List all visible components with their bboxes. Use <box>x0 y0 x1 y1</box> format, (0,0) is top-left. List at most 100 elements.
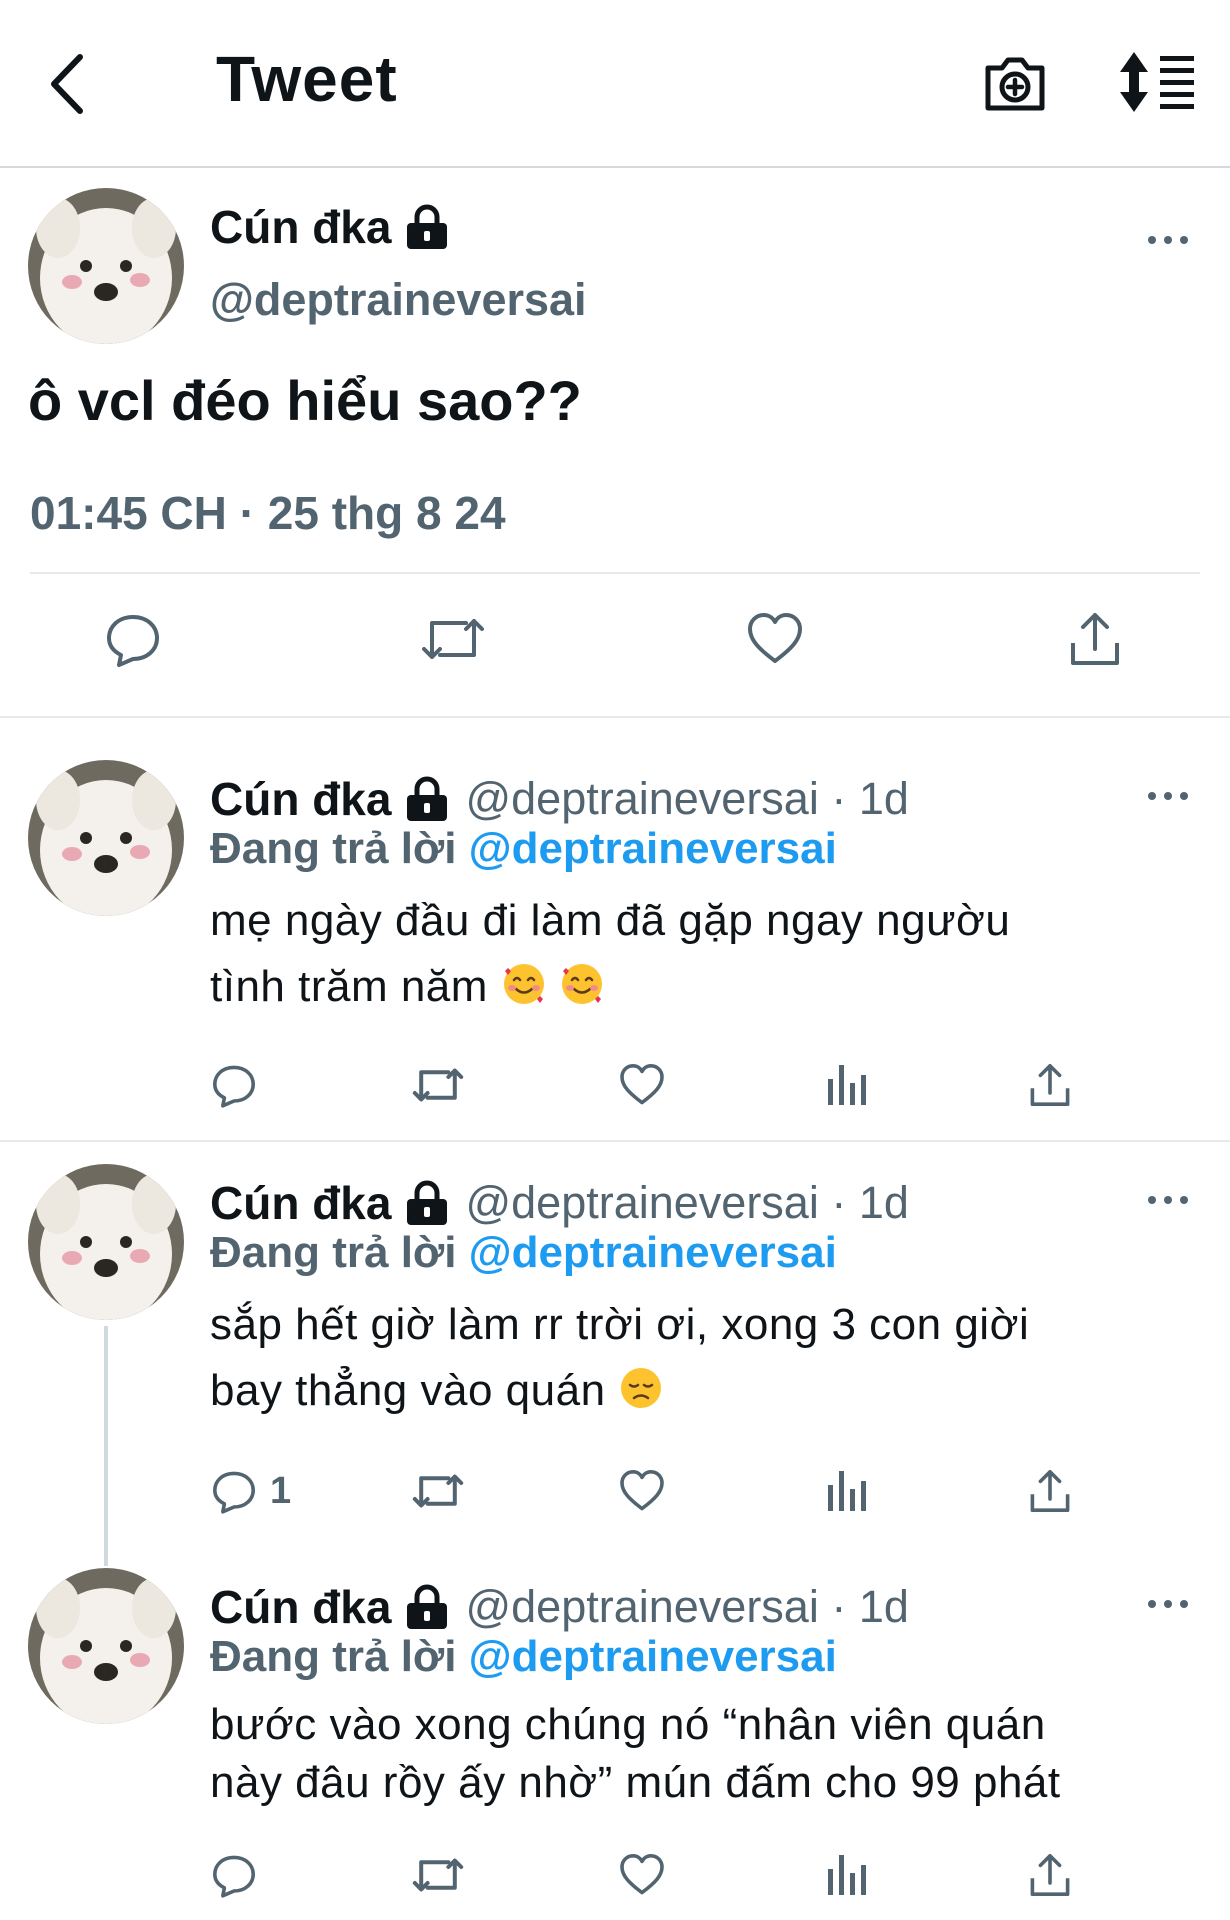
divider <box>0 1140 1230 1142</box>
author-name[interactable]: Cún đka <box>210 772 391 826</box>
text-line: tình trăm năm <box>210 962 488 1011</box>
divider <box>30 572 1200 574</box>
retweet-icon <box>422 619 484 659</box>
tweet-actions: 1 <box>0 1464 1230 1524</box>
text-line: bước vào xong chúng nó “nhân viên quán <box>210 1700 1046 1749</box>
reply-icon <box>213 1471 255 1514</box>
like-button[interactable] <box>740 604 810 674</box>
tweet-actions <box>0 1848 1230 1908</box>
mention-link[interactable]: @deptraineversai <box>469 1632 837 1681</box>
top-bar: Tweet <box>0 0 1230 168</box>
reply-icon <box>213 1855 255 1898</box>
author-handle-time[interactable]: @deptraineversai · 1d <box>465 1177 908 1229</box>
heart-icon <box>748 613 802 663</box>
camera-plus-icon <box>985 57 1045 111</box>
dog-avatar-icon <box>28 1164 184 1320</box>
tweet-text: bước vào xong chúng nó “nhân viên quán n… <box>210 1696 1190 1812</box>
author-handle-time[interactable]: @deptraineversai · 1d <box>465 773 908 825</box>
analytics-icon <box>828 1855 866 1895</box>
disappointed-face-icon <box>621 1368 662 1408</box>
reply-button[interactable] <box>210 1058 270 1112</box>
lock-icon <box>407 204 448 249</box>
author-handle-time[interactable]: @deptraineversai · 1d <box>465 1581 908 1633</box>
smiling-face-with-hearts-icon <box>562 964 603 1004</box>
sort-list-icon <box>1120 52 1194 112</box>
share-icon <box>1030 1854 1070 1896</box>
focused-tweet: Cún đka @deptraineversai ô vcl đéo hiểu … <box>0 170 1230 718</box>
text-line: mẹ ngày đầu đi làm đã gặp ngay ngườu <box>210 896 1011 945</box>
author-name[interactable]: Cún đka <box>210 1176 391 1230</box>
like-button[interactable] <box>618 1464 666 1518</box>
camera-button[interactable] <box>982 50 1048 116</box>
dog-avatar-icon <box>28 760 184 916</box>
share-button[interactable] <box>1026 1058 1074 1112</box>
reply-count: 1 <box>270 1469 292 1512</box>
chevron-left-icon <box>51 54 83 114</box>
replying-to: Đang trả lời @deptraineversai <box>210 824 837 874</box>
retweet-button[interactable] <box>418 604 488 674</box>
avatar[interactable] <box>28 188 184 344</box>
reply-tweet[interactable]: Cún đka @deptraineversai · 1d Đang trả l… <box>0 760 1230 1140</box>
text-line: này đâu rồy ấy nhờ” mún đấm cho 99 phát <box>210 1758 1061 1807</box>
back-button[interactable] <box>36 44 96 124</box>
text-line: sắp hết giờ làm rr trời ơi, xong 3 con g… <box>210 1300 1030 1349</box>
heart-icon <box>620 1854 664 1895</box>
avatar[interactable] <box>28 760 184 916</box>
text-line-with-emoji: bay thẳng vào quán <box>210 1358 1190 1424</box>
more-icon[interactable] <box>1146 788 1190 804</box>
retweet-icon <box>412 1474 464 1508</box>
heart-icon <box>620 1470 664 1511</box>
tweet-actions <box>0 1058 1230 1118</box>
retweet-icon <box>412 1068 464 1102</box>
reply-tweet[interactable]: Cún đka @deptraineversai · 1d Đang trả l… <box>0 1164 1230 1544</box>
share-button[interactable] <box>1026 1848 1074 1902</box>
text-line-with-emoji: tình trăm năm <box>210 954 1190 1020</box>
avatar[interactable] <box>28 1164 184 1320</box>
retweet-button[interactable] <box>410 1464 466 1518</box>
like-button[interactable] <box>618 1058 666 1112</box>
replying-label: Đang trả lời <box>210 824 457 873</box>
replying-to: Đang trả lời @deptraineversai <box>210 1228 837 1278</box>
more-icon[interactable] <box>1146 1192 1190 1208</box>
share-button[interactable] <box>1060 604 1130 674</box>
retweet-button[interactable] <box>410 1058 466 1112</box>
author-handle[interactable]: @deptraineversai <box>210 274 587 326</box>
retweet-button[interactable] <box>410 1848 466 1902</box>
tweet-text: mẹ ngày đầu đi làm đã gặp ngay ngườu tìn… <box>210 888 1190 1020</box>
replying-label: Đang trả lời <box>210 1228 457 1277</box>
author-row: Cún đka <box>210 200 449 254</box>
avatar[interactable] <box>28 1568 184 1724</box>
share-icon <box>1030 1470 1070 1512</box>
author-name[interactable]: Cún đka <box>210 200 391 254</box>
analytics-button[interactable] <box>824 1464 870 1518</box>
analytics-button[interactable] <box>824 1058 870 1112</box>
lock-icon <box>407 776 448 821</box>
analytics-icon <box>828 1065 866 1105</box>
share-icon <box>1071 613 1119 665</box>
mention-link[interactable]: @deptraineversai <box>469 1228 837 1277</box>
more-icon[interactable] <box>1146 1596 1190 1612</box>
more-icon[interactable] <box>1146 232 1190 248</box>
tweet-timestamp[interactable]: 01:45 CH · 25 thg 8 24 <box>30 486 506 540</box>
retweet-icon <box>412 1858 464 1892</box>
reply-button[interactable] <box>210 1848 270 1902</box>
reply-button[interactable]: 1 <box>210 1464 291 1518</box>
analytics-icon <box>828 1471 866 1511</box>
heart-icon <box>620 1064 664 1105</box>
reply-button[interactable] <box>98 604 168 674</box>
sort-button[interactable] <box>1118 50 1198 114</box>
lock-icon <box>407 1180 448 1225</box>
like-button[interactable] <box>618 1848 666 1902</box>
reply-icon <box>213 1065 255 1108</box>
reply-tweet[interactable]: Cún đka @deptraineversai · 1d Đang trả l… <box>0 1568 1230 1920</box>
tweet-actions <box>0 604 1230 684</box>
analytics-button[interactable] <box>824 1848 870 1902</box>
share-icon <box>1030 1064 1070 1106</box>
share-button[interactable] <box>1026 1464 1074 1518</box>
author-name[interactable]: Cún đka <box>210 1580 391 1634</box>
tweet-text: ô vcl đéo hiểu sao?? <box>28 369 582 432</box>
author-row: Cún đka @deptraineversai · 1d <box>210 772 909 826</box>
mention-link[interactable]: @deptraineversai <box>469 824 837 873</box>
smiling-face-with-hearts-icon <box>503 964 544 1004</box>
page-title: Tweet <box>216 43 398 115</box>
